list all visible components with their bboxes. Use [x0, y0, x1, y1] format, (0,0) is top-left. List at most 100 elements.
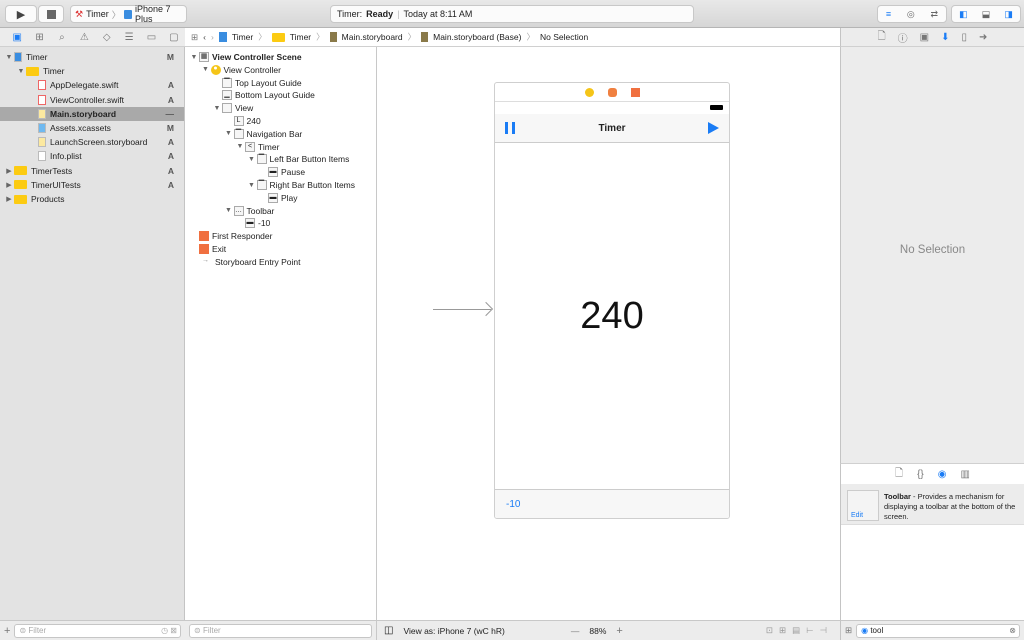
- symbol-icon[interactable]: ⊞: [28, 32, 50, 43]
- navigator-item[interactable]: ▶ TimerUITests A: [0, 178, 184, 192]
- exit-icon[interactable]: [630, 87, 640, 97]
- breadcrumb[interactable]: Timer: [232, 32, 253, 42]
- grid-view-icon[interactable]: ⊞: [845, 625, 852, 636]
- disclosure-triangle-icon[interactable]: ▼: [224, 130, 234, 137]
- disclosure-triangle-icon[interactable]: ▼: [212, 105, 222, 112]
- first-responder-icon[interactable]: [607, 87, 617, 97]
- disclosure-triangle-icon[interactable]: ▼: [224, 207, 234, 214]
- navigator-item[interactable]: ▶ TimerTests A: [0, 164, 184, 178]
- breakpoint-icon[interactable]: ▭: [140, 32, 162, 43]
- outline-item[interactable]: ▼ < Timer: [185, 141, 376, 153]
- navigator-item[interactable]: AppDelegate.swift A: [0, 78, 184, 92]
- outline-toggle-icon[interactable]: ◫: [384, 625, 393, 636]
- add-icon[interactable]: +: [4, 625, 10, 637]
- navigator-item[interactable]: Assets.xcassets M: [0, 121, 184, 135]
- object-library-icon[interactable]: ◉: [938, 469, 947, 480]
- version-editor-icon[interactable]: ⇄: [931, 9, 939, 20]
- help-icon[interactable]: ⓘ: [898, 30, 908, 45]
- assistant-editor-icon[interactable]: ◎: [907, 9, 915, 20]
- clear-icon[interactable]: ⊗: [1009, 626, 1016, 635]
- breadcrumb[interactable]: Main.storyboard: [342, 32, 403, 42]
- test-icon[interactable]: ◇: [96, 32, 118, 43]
- main-view[interactable]: 240: [495, 143, 729, 489]
- navigator-item[interactable]: ▼ Timer M: [0, 50, 184, 64]
- outline-item[interactable]: ▼… Toolbar: [185, 205, 376, 217]
- recent-icon[interactable]: ◷ ⊠: [161, 626, 177, 635]
- library-search-input[interactable]: ◉ tool ⊗: [856, 623, 1020, 638]
- navigator-filter-input[interactable]: ⊜ Filter ◷ ⊠: [14, 623, 181, 638]
- disclosure-triangle-icon[interactable]: ▼: [247, 156, 257, 163]
- view-as-button[interactable]: View as: iPhone 7 (wC hR): [403, 626, 504, 636]
- outline-item[interactable]: First Responder: [185, 230, 376, 242]
- view-controller-icon[interactable]: [584, 87, 594, 97]
- attributes-inspector-icon[interactable]: ⬇: [941, 32, 949, 43]
- outline-item[interactable]: → Storyboard Entry Point: [185, 256, 376, 268]
- identity-inspector-icon[interactable]: ▣: [920, 32, 929, 43]
- outline-item[interactable]: ▼ ▔ Right Bar Button Items: [185, 179, 376, 191]
- disclosure-triangle-icon[interactable]: ▼: [201, 66, 211, 73]
- folder-icon[interactable]: ▣: [6, 32, 28, 43]
- disclosure-triangle-icon[interactable]: ▶: [4, 167, 14, 175]
- outline-item[interactable]: ▁ Bottom Layout Guide: [185, 89, 376, 101]
- disclosure-triangle-icon[interactable]: ▼: [4, 54, 14, 61]
- breadcrumb[interactable]: Main.storyboard (Base): [433, 32, 521, 42]
- disclosure-triangle-icon[interactable]: ▼: [235, 143, 245, 150]
- minus-ten-button[interactable]: -10: [506, 499, 520, 510]
- zoom-in-button[interactable]: +: [616, 625, 622, 637]
- outline-item[interactable]: ▼ ▔ Left Bar Button Items: [185, 153, 376, 165]
- connections-inspector-icon[interactable]: ➜: [979, 32, 987, 43]
- library-item-toolbar[interactable]: Edit Toolbar - Provides a mechanism for …: [841, 484, 1024, 525]
- outline-item[interactable]: L 240: [185, 115, 376, 127]
- play-button[interactable]: [708, 122, 719, 134]
- timer-label[interactable]: 240: [580, 295, 643, 338]
- file-inspector-icon[interactable]: 🗋: [878, 29, 886, 46]
- disclosure-triangle-icon[interactable]: ▼: [247, 182, 257, 189]
- navigator-item[interactable]: ▼ Timer: [0, 64, 184, 78]
- warning-icon[interactable]: ⚠: [73, 32, 95, 43]
- file-template-icon[interactable]: 🗋: [895, 466, 903, 483]
- report-icon[interactable]: ▢: [163, 32, 185, 43]
- view-controller-scene[interactable]: Timer 240 -10: [494, 82, 730, 519]
- code-snippet-icon[interactable]: {}: [917, 469, 924, 480]
- standard-editor-icon[interactable]: ≡: [886, 9, 891, 19]
- disclosure-triangle-icon[interactable]: ▼: [189, 54, 199, 61]
- run-button[interactable]: ▶: [5, 5, 37, 23]
- size-inspector-icon[interactable]: ▯: [961, 32, 967, 43]
- stop-button[interactable]: [38, 5, 64, 23]
- toolbar[interactable]: -10: [495, 489, 729, 518]
- outline-item[interactable]: ▬ Play: [185, 192, 376, 204]
- outline-item[interactable]: ▬ -10: [185, 217, 376, 229]
- navigator-item[interactable]: Main.storyboard —: [0, 106, 184, 121]
- breadcrumb[interactable]: Timer: [290, 32, 311, 42]
- navigator-item[interactable]: Info.plist A: [0, 149, 184, 163]
- search-icon[interactable]: ⌕: [51, 32, 73, 43]
- outline-item[interactable]: ▼ ▦ View Controller Scene: [185, 51, 376, 63]
- autolayout-icons[interactable]: ⊡⊞▤⊢⊣: [766, 625, 833, 636]
- outline-item[interactable]: ▬ Pause: [185, 166, 376, 178]
- navigation-bar[interactable]: Timer: [495, 114, 729, 143]
- disclosure-triangle-icon[interactable]: ▶: [4, 181, 14, 189]
- navigator-item[interactable]: ▶ Products: [0, 192, 184, 206]
- outline-filter-input[interactable]: ⊜ Filter: [189, 623, 372, 638]
- navigator-toggle-icon[interactable]: ◧: [959, 9, 968, 20]
- outline-item[interactable]: ▔ Top Layout Guide: [185, 77, 376, 89]
- zoom-out-button[interactable]: —: [571, 626, 580, 636]
- disclosure-triangle-icon[interactable]: ▼: [16, 68, 26, 75]
- debug-toggle-icon[interactable]: ⬓: [982, 9, 991, 20]
- related-items-icon[interactable]: ⊞: [191, 32, 198, 43]
- navigator-item[interactable]: LaunchScreen.storyboard A: [0, 135, 184, 149]
- disclosure-triangle-icon[interactable]: ▶: [4, 195, 14, 203]
- utilities-toggle-icon[interactable]: ◨: [1004, 9, 1013, 20]
- outline-item[interactable]: ▼ ▔ Navigation Bar: [185, 128, 376, 140]
- debug-icon[interactable]: ☰: [118, 32, 140, 43]
- scheme-selector[interactable]: ⚒ Timer 〉 iPhone 7 Plus: [70, 4, 187, 24]
- media-library-icon[interactable]: ▥: [961, 469, 970, 480]
- outline-item[interactable]: ▼ View: [185, 102, 376, 114]
- breadcrumb[interactable]: No Selection: [540, 32, 588, 42]
- outline-item[interactable]: Exit: [185, 243, 376, 255]
- pause-button[interactable]: [505, 122, 515, 134]
- navigator-item[interactable]: ViewController.swift A: [0, 93, 184, 107]
- edit-link[interactable]: Edit: [851, 512, 863, 519]
- back-icon[interactable]: ‹: [203, 32, 206, 42]
- forward-icon[interactable]: ›: [211, 32, 214, 42]
